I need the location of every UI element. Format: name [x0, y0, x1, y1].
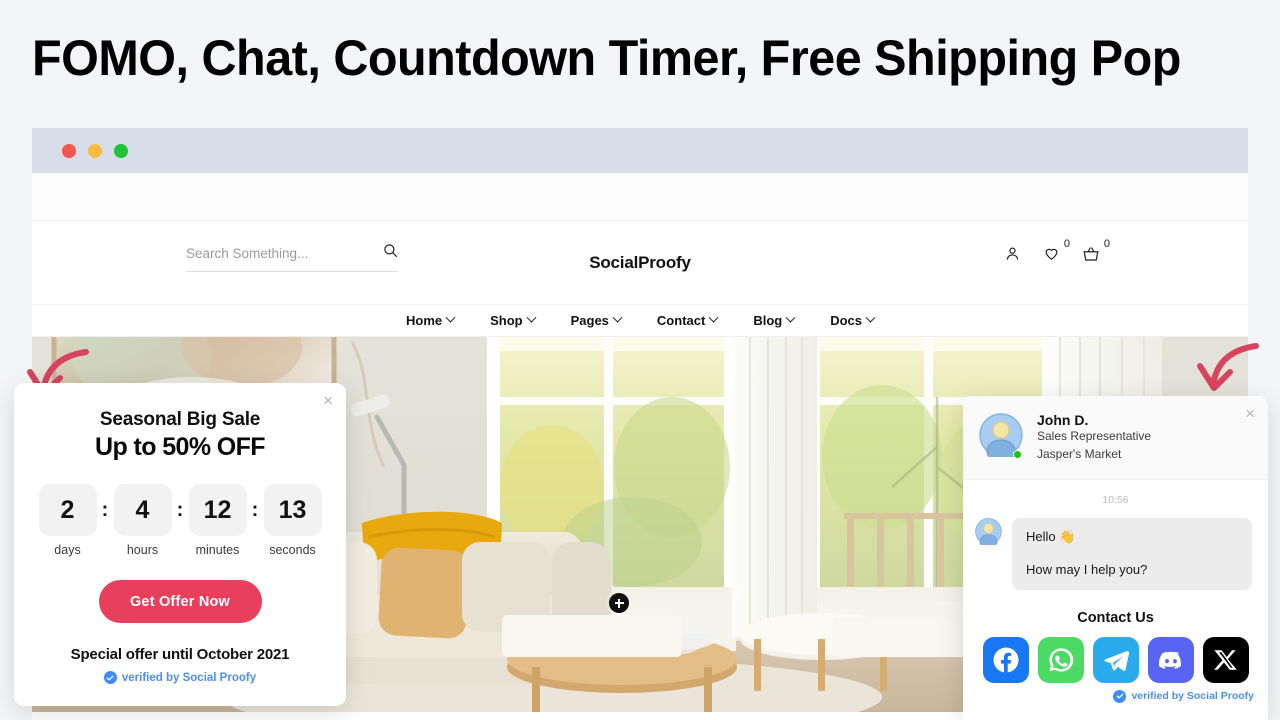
- contact-us-title: Contact Us: [1077, 609, 1154, 626]
- window-maximize-dot[interactable]: [114, 143, 128, 158]
- cart-basket-icon[interactable]: 0: [1082, 238, 1110, 263]
- chat-timestamp: 10:56: [1102, 494, 1129, 506]
- countdown-unit-days: 2 days: [38, 484, 97, 557]
- store-header: SocialProofy 0 0: [32, 221, 1248, 305]
- nav-item-blog[interactable]: Blog: [753, 312, 796, 328]
- verified-badge: verified by Social Proofy: [36, 671, 324, 684]
- countdown-unit-seconds: 13 seconds: [263, 484, 322, 557]
- social-links: [963, 636, 1268, 683]
- countdown-separator: :: [176, 499, 184, 521]
- chevron-down-icon: [708, 312, 719, 323]
- agent-name: John D.: [1037, 412, 1089, 429]
- nav-label: Pages: [570, 313, 609, 328]
- hero-hotspot-2[interactable]: [609, 593, 629, 613]
- wishlist-count: 0: [1063, 238, 1070, 250]
- avatar-icon: [975, 518, 1002, 545]
- announcement-bar: [32, 173, 1248, 221]
- nav-label: Shop: [490, 313, 523, 328]
- countdown-value-hours: 4: [113, 484, 172, 536]
- window-close-dot[interactable]: [62, 143, 76, 158]
- close-icon[interactable]: ×: [323, 392, 333, 409]
- verified-badge: verified by Social Proofy: [963, 683, 1268, 703]
- countdown-value-minutes: 12: [188, 484, 247, 536]
- chevron-down-icon: [445, 312, 456, 323]
- nav-item-pages[interactable]: Pages: [570, 312, 623, 328]
- agent-organization: Jasper's Market: [1037, 446, 1122, 461]
- countdown-popup: × Seasonal Big Sale Up to 50% OFF 2 days…: [14, 383, 346, 706]
- agent-avatar: [979, 413, 1023, 463]
- countdown-value-days: 2: [38, 484, 97, 536]
- main-navigation: Home Shop Pages Contact Blog Docs: [32, 305, 1248, 337]
- cart-count: 0: [1103, 238, 1110, 250]
- chat-message-2: How may I help you?: [1026, 562, 1148, 578]
- countdown-separator: :: [101, 499, 109, 521]
- countdown-unit-hours: 4 hours: [113, 484, 172, 557]
- agent-role: Sales Representative: [1037, 429, 1152, 444]
- chevron-down-icon: [785, 312, 796, 323]
- account-icon[interactable]: [1004, 245, 1021, 262]
- countdown-value-seconds: 13: [263, 484, 322, 536]
- chevron-down-icon: [865, 312, 876, 323]
- countdown-footer-text: Special offer until October 2021: [70, 646, 290, 663]
- agent-info: John D. Sales Representative Jasper's Ma…: [1037, 412, 1151, 463]
- countdown-label-hours: hours: [126, 543, 159, 557]
- countdown-label-minutes: minutes: [195, 543, 240, 557]
- verified-label: verified by Social Proofy: [121, 671, 257, 684]
- header-icon-group: 0 0: [1004, 238, 1110, 263]
- nav-item-shop[interactable]: Shop: [490, 312, 537, 328]
- nav-item-home[interactable]: Home: [405, 312, 456, 328]
- verified-check-icon: [103, 671, 117, 684]
- browser-chrome-bar: [32, 128, 1248, 173]
- telegram-icon[interactable]: [1092, 636, 1139, 683]
- nav-label: Contact: [656, 313, 706, 328]
- nav-label: Docs: [830, 313, 862, 328]
- chevron-down-icon: [526, 312, 537, 323]
- nav-label: Blog: [753, 313, 783, 328]
- verified-check-icon: [1113, 689, 1127, 703]
- chevron-down-icon: [612, 312, 623, 323]
- countdown-label-seconds: seconds: [269, 543, 316, 557]
- chat-message-1: Hello 👋: [1026, 529, 1076, 544]
- online-status-dot: [1013, 450, 1022, 459]
- countdown-label-days: days: [54, 543, 81, 557]
- chat-widget: John D. Sales Representative Jasper's Ma…: [963, 396, 1268, 720]
- whatsapp-icon[interactable]: [1037, 636, 1084, 683]
- page-root: FOMO, Chat, Countdown Timer, Free Shippi…: [0, 0, 1280, 720]
- get-offer-button[interactable]: Get Offer Now: [98, 580, 262, 623]
- nav-item-docs[interactable]: Docs: [830, 312, 876, 328]
- chat-header: John D. Sales Representative Jasper's Ma…: [963, 396, 1268, 480]
- countdown-title: Seasonal Big Sale: [99, 409, 261, 430]
- chat-message-row: Hello 👋 How may I help you?: [963, 506, 1268, 590]
- window-minimize-dot[interactable]: [88, 143, 102, 158]
- countdown-subtitle: Up to 50% OFF: [95, 433, 266, 461]
- countdown-timer: 2 days : 4 hours : 12 minutes : 13 secon…: [36, 484, 324, 557]
- countdown-unit-minutes: 12 minutes: [188, 484, 247, 557]
- wishlist-heart-icon[interactable]: 0: [1043, 238, 1070, 262]
- countdown-separator: :: [251, 499, 259, 521]
- nav-item-contact[interactable]: Contact: [656, 312, 719, 328]
- x-twitter-icon[interactable]: [1202, 636, 1249, 683]
- chat-bubble: Hello 👋 How may I help you?: [1012, 518, 1252, 590]
- verified-label: verified by Social Proofy: [1131, 690, 1254, 703]
- page-title: FOMO, Chat, Countdown Timer, Free Shippi…: [32, 30, 1181, 86]
- discord-icon[interactable]: [1147, 636, 1194, 683]
- nav-label: Home: [405, 313, 443, 328]
- close-icon[interactable]: ×: [1245, 405, 1255, 422]
- facebook-icon[interactable]: [982, 636, 1029, 683]
